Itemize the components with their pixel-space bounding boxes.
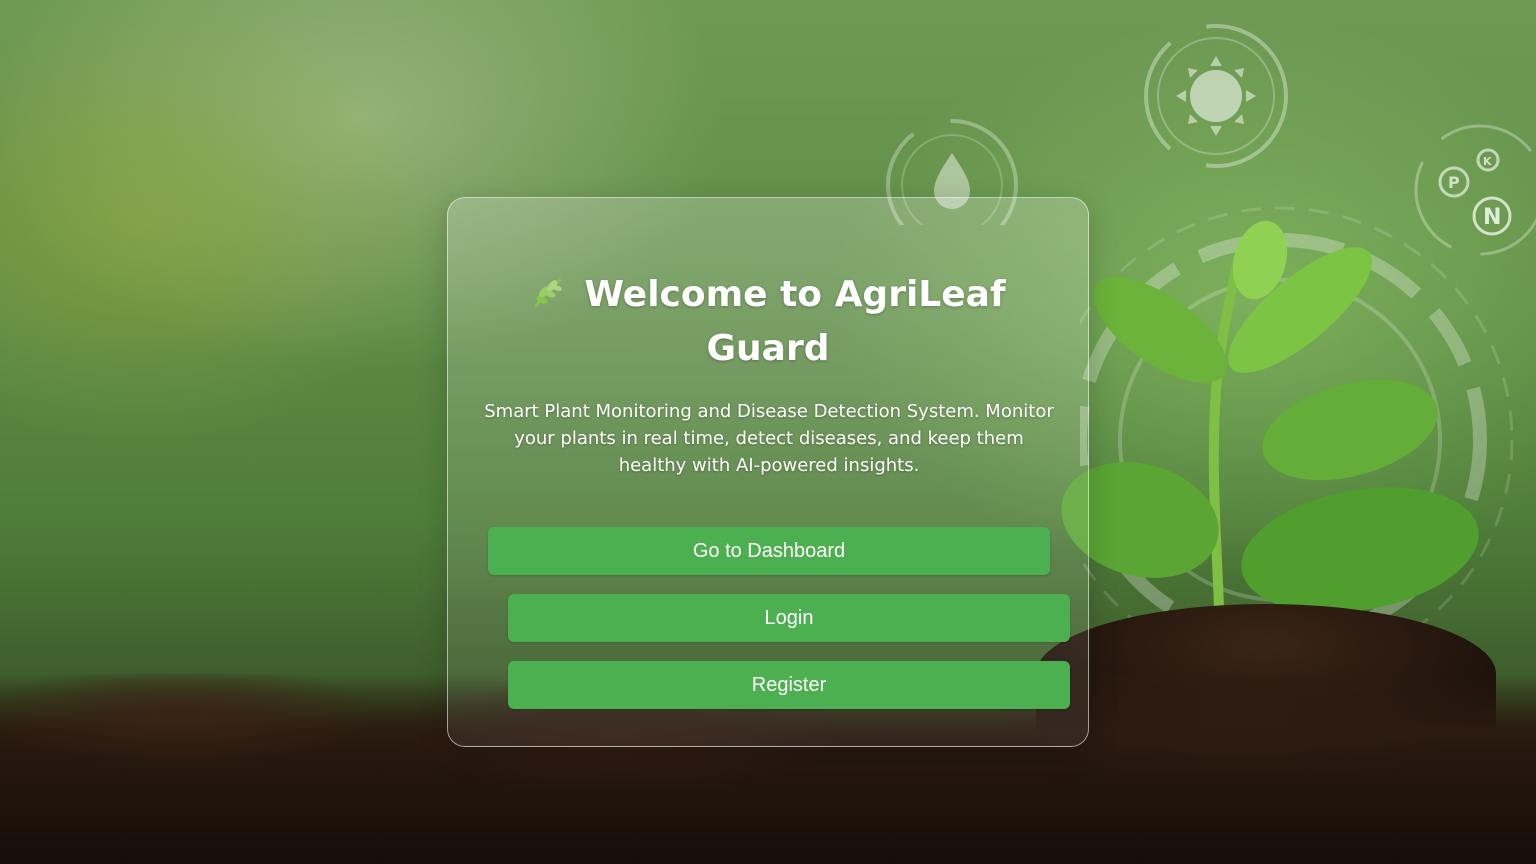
svg-text:P: P [1448,173,1460,192]
go-to-dashboard-button[interactable]: Go to Dashboard [488,527,1050,575]
sun-icon [1144,24,1288,168]
page-description: Smart Plant Monitoring and Disease Detec… [484,401,1054,476]
svg-text:K: K [1483,155,1492,168]
title-text: Welcome to AgriLeaf Guard [584,274,1006,369]
herb-icon [535,278,563,308]
register-button[interactable]: Register [508,661,1070,709]
seedling-illustration [1061,220,1479,640]
landing-page: P K N Welcome to AgriLeaf Guard Smart Pl… [0,0,1536,864]
page-title: Welcome to AgriLeaf Guard [508,268,1028,376]
login-button[interactable]: Login [508,594,1070,642]
welcome-card: Welcome to AgriLeaf Guard Smart Plant Mo… [447,197,1089,747]
